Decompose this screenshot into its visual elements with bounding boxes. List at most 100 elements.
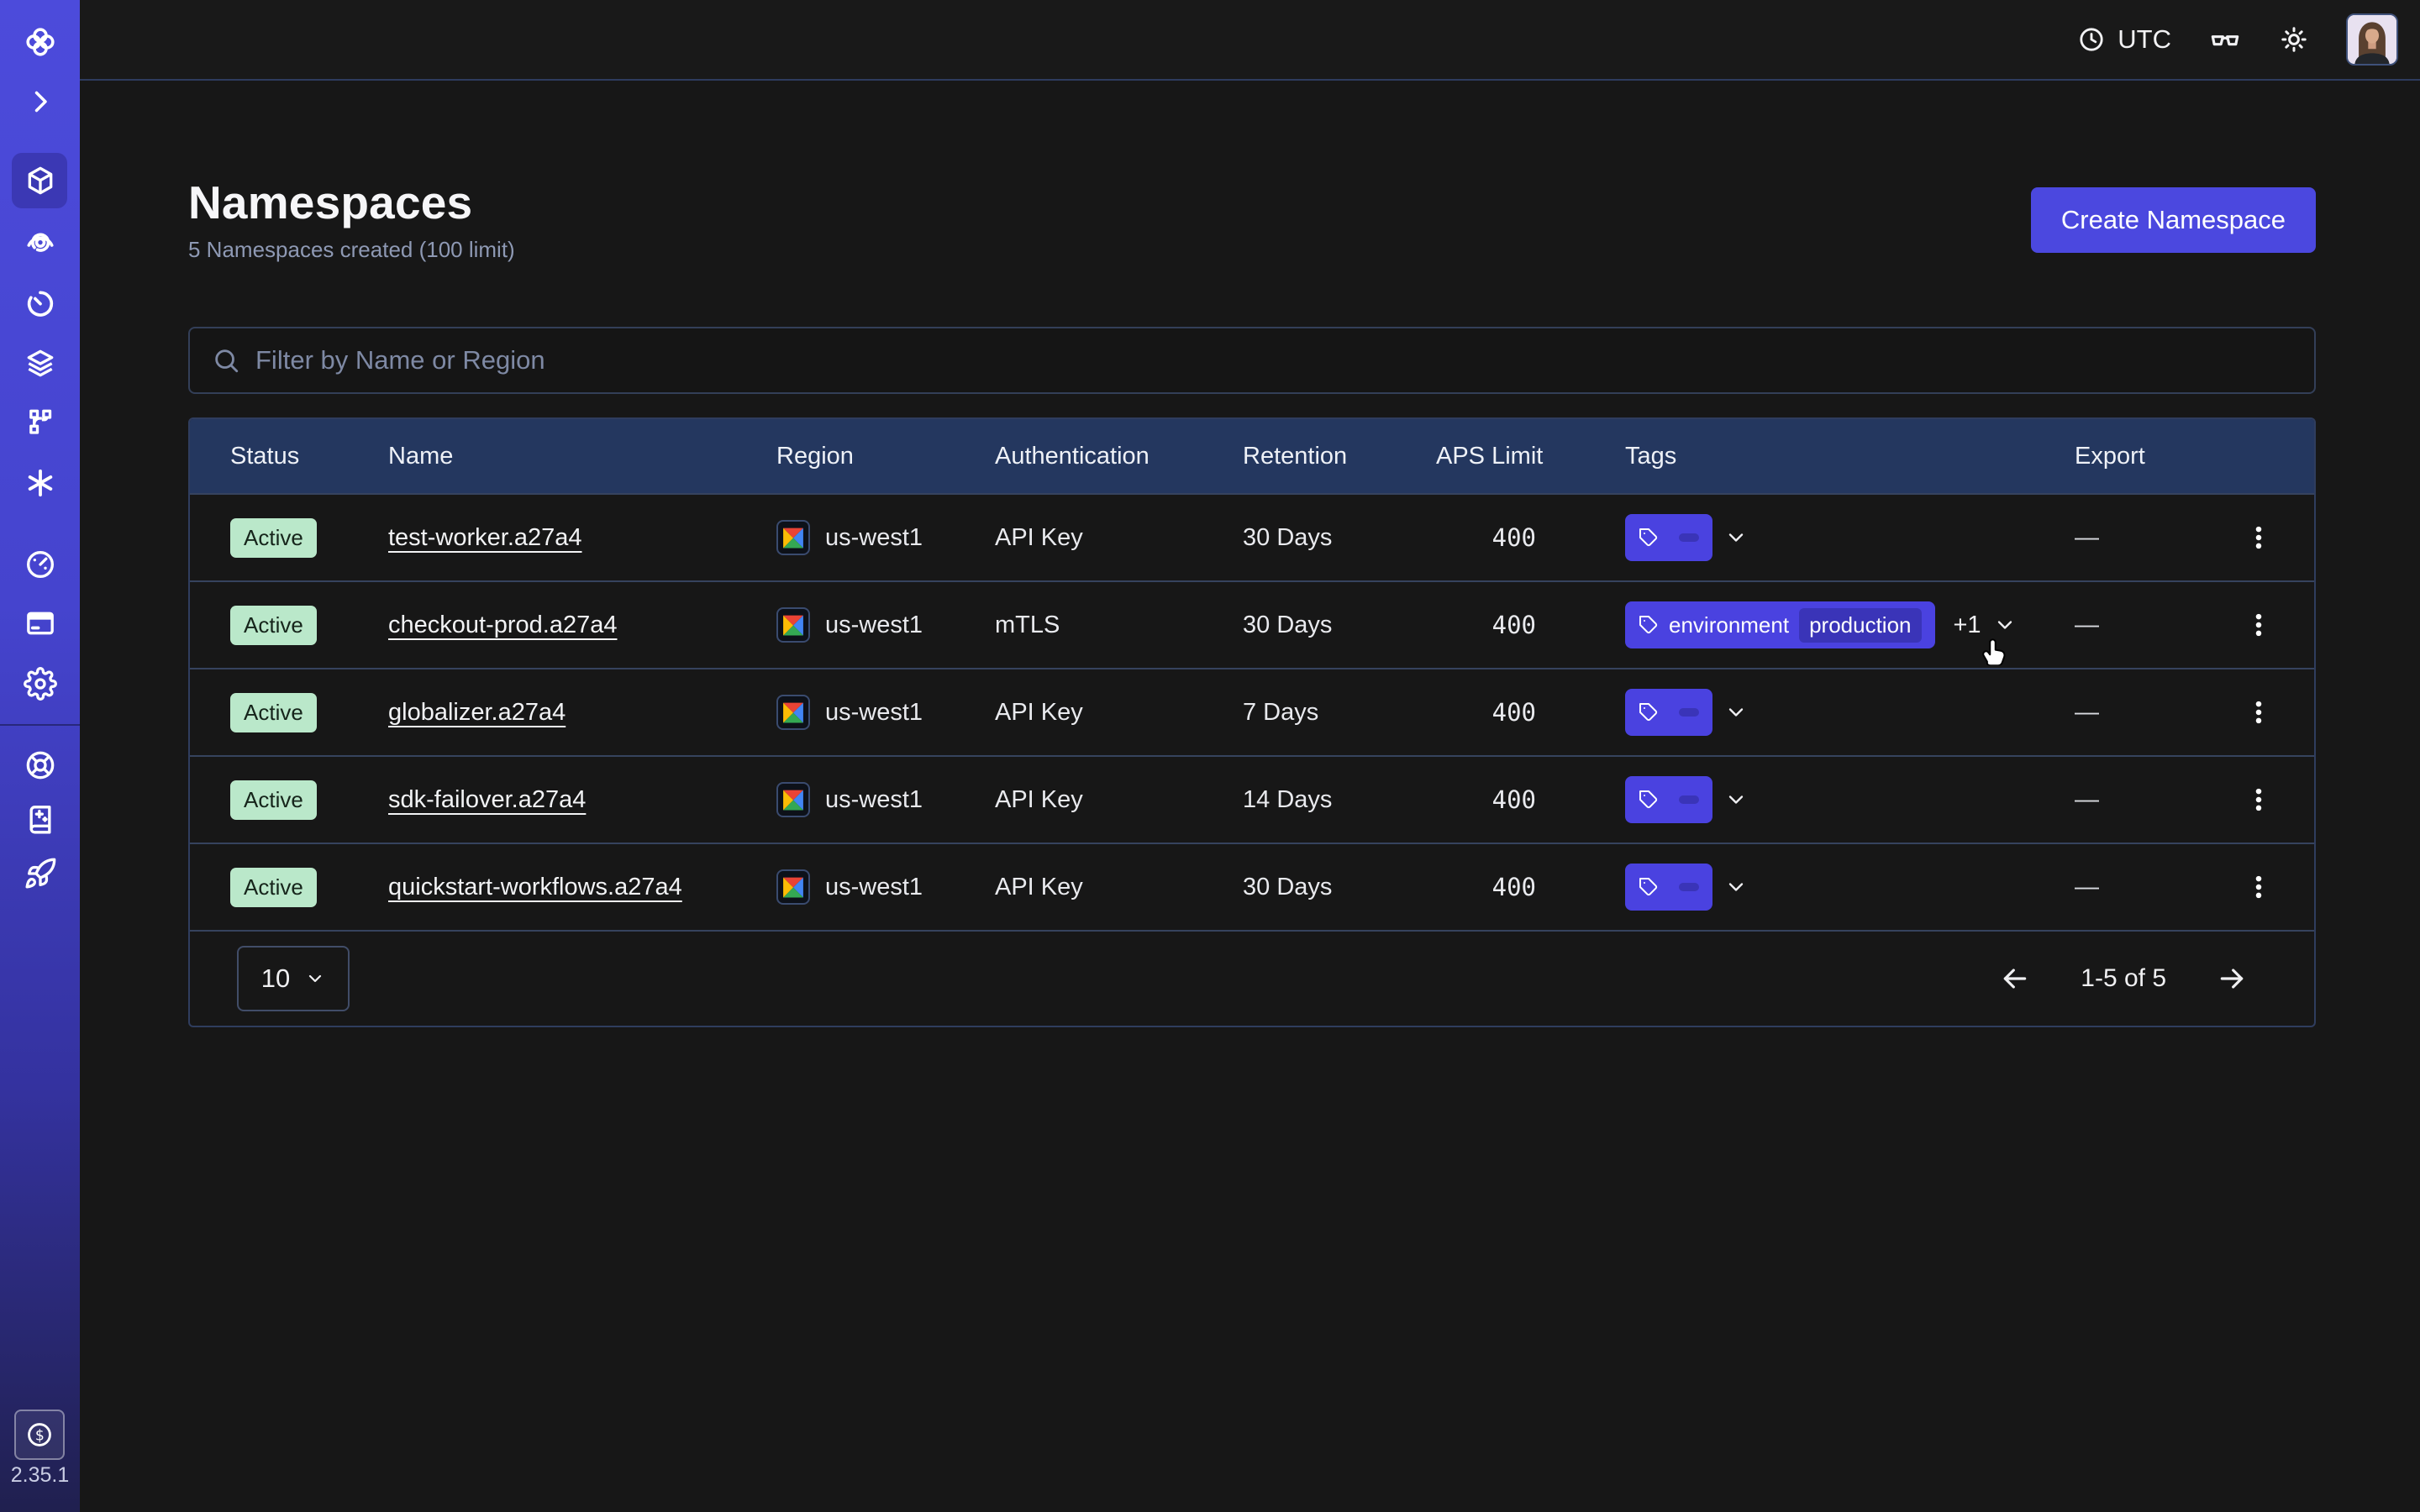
sidebar-item-timer-icon[interactable]: [0, 286, 80, 319]
status-badge: Active: [230, 868, 317, 907]
previous-page-arrow-icon[interactable]: [1998, 962, 2032, 995]
sidebar-item-branch-icon[interactable]: [0, 406, 80, 439]
tag-value: production: [1799, 608, 1921, 643]
theme-toggle-sun-icon[interactable]: [2279, 24, 2309, 55]
chevron-down-icon: [305, 969, 325, 989]
tags-expand-chevron-icon[interactable]: [1724, 875, 1748, 899]
export-value: —: [2075, 874, 2099, 901]
sidebar-item-namespaces cube-icon[interactable]: [0, 164, 80, 197]
create-namespace-button[interactable]: Create Namespace: [2031, 187, 2316, 253]
column-header: Retention: [1202, 419, 1396, 493]
sidebar-item-nexus-asterisk-icon[interactable]: [0, 466, 80, 500]
next-page-arrow-icon[interactable]: [2215, 962, 2249, 995]
tag-pill[interactable]: [1625, 689, 1712, 736]
tag-pill[interactable]: environment production: [1625, 601, 1935, 648]
retention-value: 7 Days: [1243, 699, 1318, 727]
tag-pill[interactable]: [1625, 514, 1712, 561]
row-actions-kebab-icon[interactable]: [2239, 868, 2278, 906]
tag-value: [1679, 795, 1699, 804]
sidebar-item-support-lifebuoy-icon[interactable]: [0, 748, 80, 782]
gcp-cloud-icon: [776, 782, 810, 817]
user-avatar[interactable]: [2346, 13, 2398, 66]
aps-limit-value: 400: [1492, 611, 1536, 639]
region-label: us-west1: [825, 612, 923, 639]
tag-icon: [1639, 528, 1659, 548]
namespace-link[interactable]: quickstart-workflows.a27a4: [388, 874, 682, 901]
filter-input[interactable]: [255, 345, 2292, 375]
namespace-link[interactable]: test-worker.a27a4: [388, 524, 582, 552]
tags-expand-chevron-icon[interactable]: [1724, 526, 1748, 549]
page-size-select[interactable]: 10: [237, 946, 350, 1011]
auth-method: mTLS: [995, 612, 1060, 639]
topbar: UTC: [80, 0, 2420, 81]
sidebar-item-layers-icon[interactable]: [0, 346, 80, 380]
auth-method: API Key: [995, 524, 1083, 552]
tag-icon: [1639, 702, 1659, 722]
retention-value: 14 Days: [1243, 786, 1332, 814]
column-header: Tags: [1585, 419, 2034, 493]
sidebar-item-settings-gear-icon[interactable]: [0, 667, 80, 701]
namespace-link[interactable]: globalizer.a27a4: [388, 699, 566, 727]
retention-value: 30 Days: [1243, 874, 1332, 901]
tag-pill[interactable]: [1625, 776, 1712, 823]
table-row[interactable]: Active sdk-failover.a27a4 us-west1 API K…: [190, 755, 2314, 843]
gcp-cloud-icon: [776, 520, 810, 555]
retention-value: 30 Days: [1243, 612, 1332, 639]
sidebar-item-docs-book-icon[interactable]: [0, 802, 80, 836]
tags-expand-chevron-icon[interactable]: [1724, 788, 1748, 811]
tag-value: [1679, 883, 1699, 891]
clock-icon: [2077, 25, 2106, 54]
namespaces-table: StatusNameRegionAuthenticationRetentionA…: [188, 417, 2316, 1027]
table-header-row: StatusNameRegionAuthenticationRetentionA…: [190, 419, 2314, 493]
column-header: Authentication: [955, 419, 1202, 493]
region-label: us-west1: [825, 699, 923, 727]
column-header: Status: [190, 419, 348, 493]
export-value: —: [2075, 699, 2099, 727]
column-header: Region: [736, 419, 955, 493]
auth-method: API Key: [995, 786, 1083, 814]
table-row[interactable]: Active globalizer.a27a4 us-west1 API Key…: [190, 668, 2314, 755]
tags-expand-chevron-icon[interactable]: [1993, 613, 2017, 637]
sidebar-item-getting-started-rocket-icon[interactable]: [0, 857, 80, 890]
namespace-link[interactable]: checkout-prod.a27a4: [388, 612, 617, 639]
column-header: Name: [348, 419, 736, 493]
tag-value: [1679, 533, 1699, 542]
plan-seal-dollar-icon[interactable]: $: [14, 1410, 65, 1460]
export-value: —: [2075, 786, 2099, 814]
sidebar-item-usage-gauge-icon[interactable]: [0, 547, 80, 580]
gcp-cloud-icon: [776, 695, 810, 730]
search-icon: [212, 346, 240, 375]
row-actions-kebab-icon[interactable]: [2239, 518, 2278, 557]
aps-limit-value: 400: [1492, 523, 1536, 552]
namespace-link[interactable]: sdk-failover.a27a4: [388, 786, 586, 814]
retention-value: 30 Days: [1243, 524, 1332, 552]
sidebar-item-spiral-icon[interactable]: [0, 224, 80, 258]
filter-bar: [188, 327, 2316, 394]
table-row[interactable]: Active quickstart-workflows.a27a4 us-wes…: [190, 843, 2314, 930]
main-content: Namespaces 5 Namespaces created (100 lim…: [80, 82, 2420, 1512]
status-badge: Active: [230, 606, 317, 645]
page-title: Namespaces: [188, 176, 515, 228]
row-actions-kebab-icon[interactable]: [2239, 606, 2278, 644]
row-actions-kebab-icon[interactable]: [2239, 780, 2278, 819]
tag-value: [1679, 708, 1699, 717]
sidebar-expand-chevron-icon[interactable]: [0, 87, 80, 117]
table-body: Active test-worker.a27a4 us-west1 API Ke…: [190, 493, 2314, 930]
row-actions-kebab-icon[interactable]: [2239, 693, 2278, 732]
tag-key: environment: [1669, 612, 1789, 638]
page-size-value: 10: [261, 963, 290, 994]
tag-pill[interactable]: [1625, 864, 1712, 911]
timezone-selector[interactable]: UTC: [2077, 24, 2171, 55]
tag-icon: [1639, 877, 1659, 897]
tags-expand-chevron-icon[interactable]: [1724, 701, 1748, 724]
tags-more-count[interactable]: +1: [1954, 612, 1981, 639]
export-value: —: [2075, 612, 2099, 639]
table-row[interactable]: Active checkout-prod.a27a4 us-west1 mTLS…: [190, 580, 2314, 668]
region-label: us-west1: [825, 874, 923, 901]
app-version: 2.35.1: [0, 1463, 80, 1488]
region-label: us-west1: [825, 524, 923, 552]
sidebar-item-billing-card-icon[interactable]: [0, 606, 80, 640]
timezone-label: UTC: [2118, 24, 2171, 55]
reader-glasses-icon[interactable]: [2208, 23, 2242, 56]
table-row[interactable]: Active test-worker.a27a4 us-west1 API Ke…: [190, 493, 2314, 580]
